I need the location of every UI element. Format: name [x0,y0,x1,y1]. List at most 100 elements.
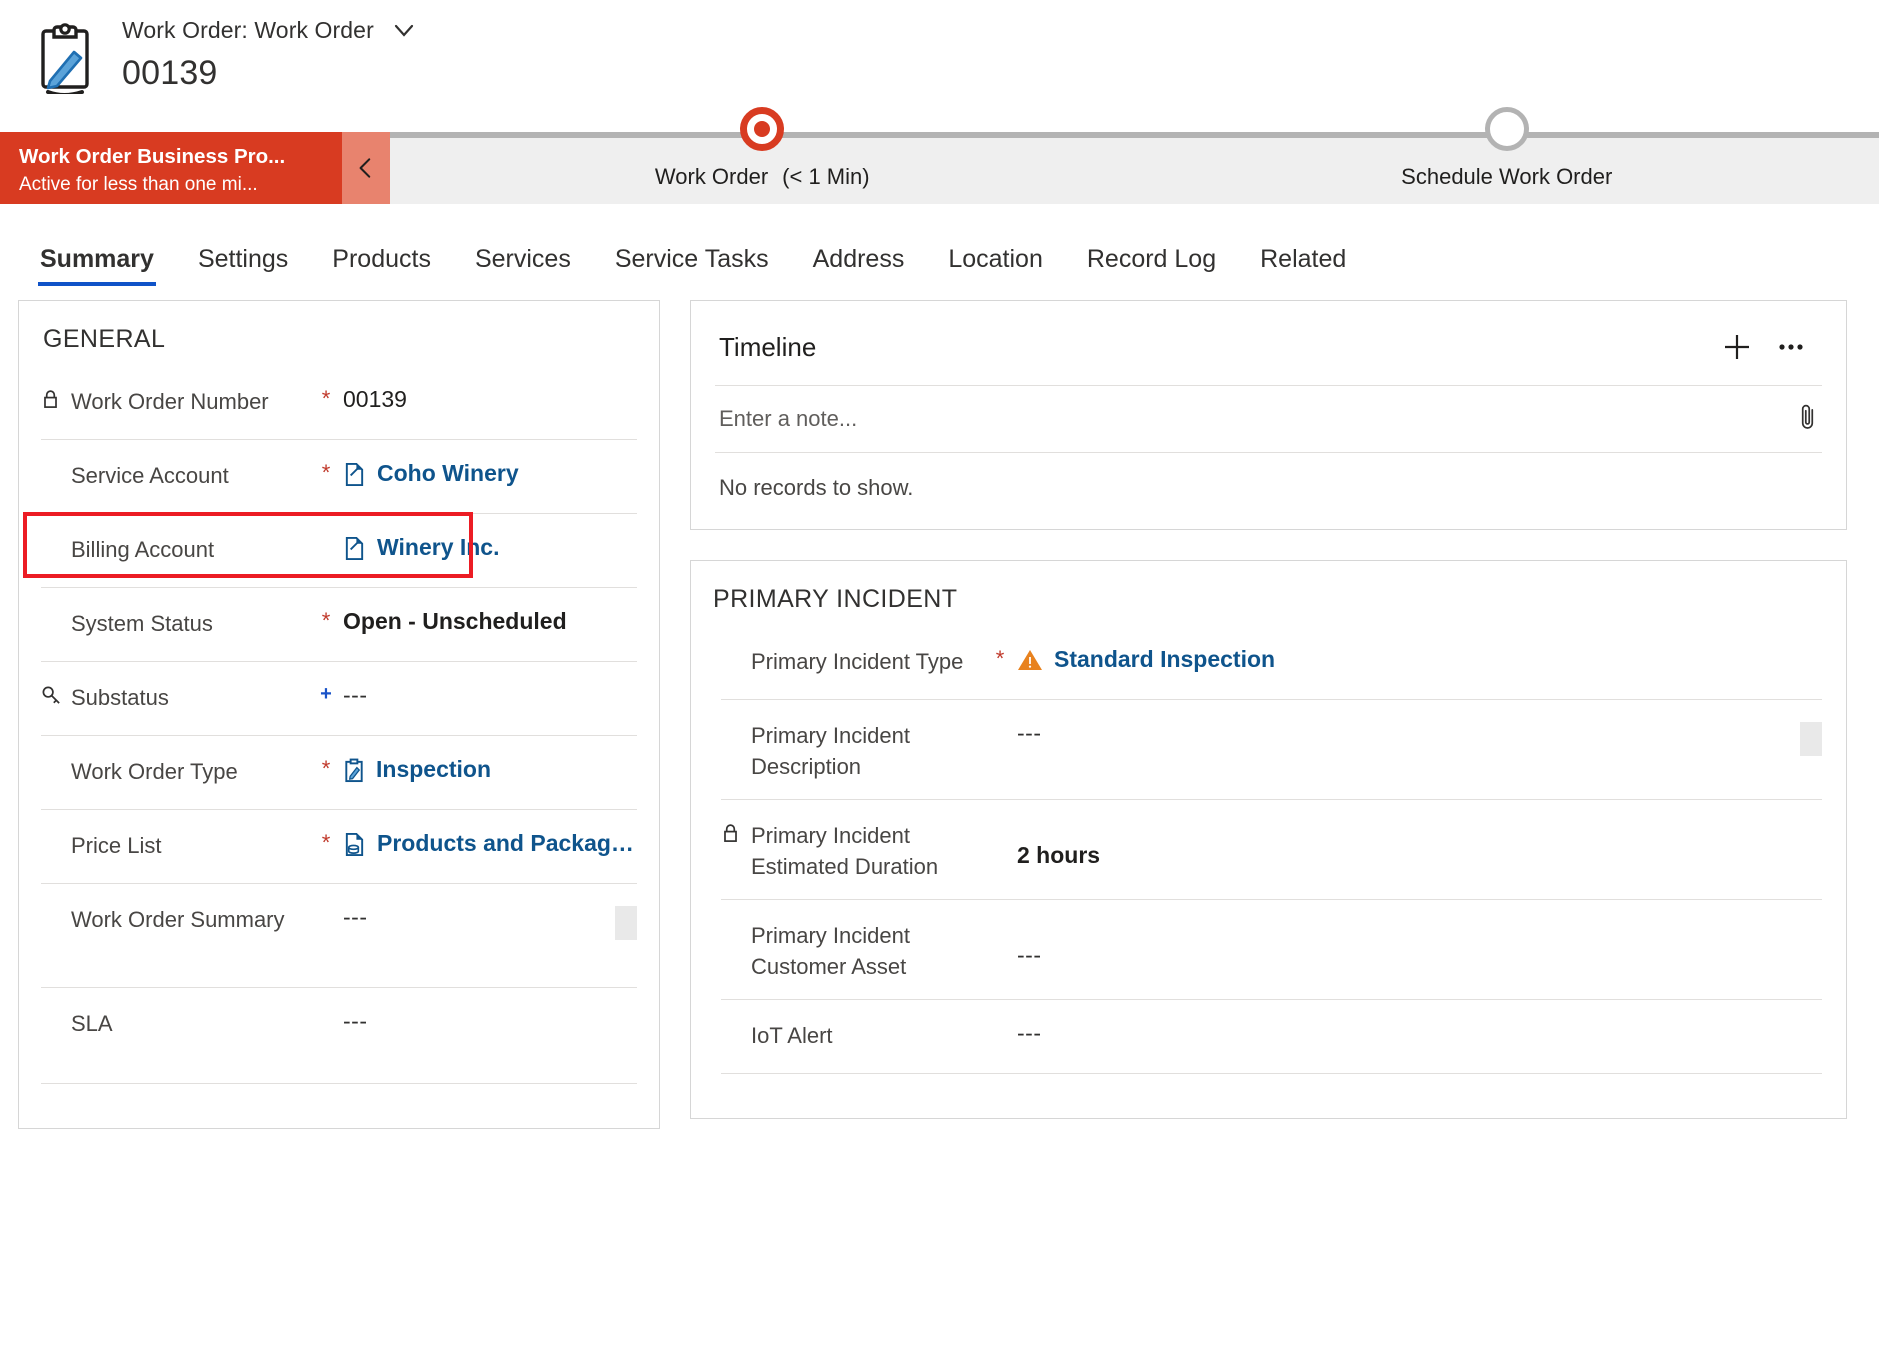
field-row-iot-alert: IoT Alert --- [721,1000,1822,1074]
primary-incident-section: PRIMARY INCIDENT Primary Incident Type * [690,560,1847,1119]
bpf-stage-marker-active[interactable] [740,107,785,151]
plus-icon[interactable] [1710,323,1764,371]
entity-label: Work Order: Work Order [122,16,374,43]
timeline-section: Timeline Enter a note... No records to s… [690,300,1847,530]
field-label: Primary Incident Description [751,723,910,780]
work-order-type-icon [343,756,365,789]
required-indicator: * [321,460,331,485]
field-row-work-order-summary: Work Order Summary --- [41,884,637,988]
paperclip-icon[interactable] [1797,402,1818,436]
bpf-stage-marker-inactive[interactable] [1484,107,1529,151]
required-indicator: + [320,683,332,705]
key-icon [41,682,63,711]
required-indicator: * [995,646,1005,671]
field-row-primary-incident-type: Primary Incident Type * Standard Inspect… [721,626,1822,700]
bpf-stage-schedule-work-order[interactable]: Schedule Work Order [1135,107,1879,204]
account-lookup-icon [343,534,366,567]
field-label: Primary Incident Type [751,649,964,674]
ellipsis-icon[interactable] [1764,323,1818,371]
tab-address[interactable]: Address [791,245,927,290]
bpf-stage-label: Schedule Work Order [1401,164,1613,189]
field-label: Work Order Type [71,759,238,784]
required-indicator: * [321,830,331,855]
business-process-flow: Work Order Business Pro... Active for le… [0,107,1879,204]
general-section: GENERAL Work Order Number * 00139 Servic… [18,300,660,1129]
price-list-icon [343,830,366,863]
field-value-work-order-summary[interactable]: --- [343,904,367,931]
field-label: Service Account [71,463,229,488]
field-row-primary-incident-customer-asset: Primary Incident Customer Asset --- [721,900,1822,1000]
resize-handle[interactable] [615,906,637,940]
field-value-work-order-type[interactable]: Inspection [376,756,491,783]
chevron-left-icon[interactable] [342,132,390,204]
tab-related[interactable]: Related [1238,245,1368,290]
primary-incident-fields: Primary Incident Type * Standard Inspect… [691,626,1846,1074]
tab-services[interactable]: Services [453,245,593,290]
bpf-stage-work-order[interactable]: Work Order (< 1 Min) [390,107,1135,204]
field-row-billing-account: Billing Account Winery Inc. [23,512,637,588]
field-value-substatus[interactable]: --- [343,682,367,709]
tab-service-tasks[interactable]: Service Tasks [593,245,791,290]
field-label: Billing Account [71,537,215,562]
field-value-billing-account[interactable]: Winery Inc. [377,534,500,561]
bpf-name-panel[interactable]: Work Order Business Pro... Active for le… [0,132,342,204]
required-indicator: * [321,386,331,411]
timeline-empty-message: No records to show. [715,452,1822,529]
general-section-title: GENERAL [43,325,166,353]
resize-handle[interactable] [1800,722,1822,756]
tab-location[interactable]: Location [926,245,1065,290]
field-label: Price List [71,833,162,858]
field-value-primary-incident-customer-asset[interactable]: --- [1017,942,1041,969]
tab-settings[interactable]: Settings [176,245,310,290]
field-value-iot-alert[interactable]: --- [1017,1020,1041,1047]
field-label: IoT Alert [751,1023,833,1048]
timeline-title: Timeline [719,331,817,362]
field-label: Work Order Summary [71,907,285,932]
field-value-primary-incident-type[interactable]: Standard Inspection [1054,646,1275,673]
field-row-primary-incident-description: Primary Incident Description --- [721,700,1822,800]
required-indicator: * [321,756,331,781]
field-row-system-status: System Status * Open - Unscheduled [41,588,637,662]
form-tabs: Summary Settings Products Services Servi… [0,204,1879,290]
timeline-header: Timeline [691,301,1846,371]
general-fields: Work Order Number * 00139 Service Accoun… [19,366,659,1084]
chevron-down-icon[interactable] [390,16,418,44]
clipboard-pencil-icon [34,22,96,97]
lock-icon [41,386,63,415]
field-label: Primary Incident Estimated Duration [751,823,939,880]
field-value-sla[interactable]: --- [343,1008,367,1035]
bpf-stage-time: (< 1 Min) [782,164,870,189]
field-label: System Status [71,611,213,636]
account-lookup-icon [343,460,366,493]
field-row-primary-incident-estimated-duration: Primary Incident Estimated Duration 2 ho… [721,800,1822,900]
tab-products[interactable]: Products [310,245,453,290]
field-label: Substatus [71,685,169,710]
tab-record-log[interactable]: Record Log [1065,245,1238,290]
note-input-placeholder[interactable]: Enter a note... [719,406,1797,432]
warning-triangle-icon [1017,646,1043,678]
field-value-system-status[interactable]: Open - Unscheduled [343,608,567,635]
record-title-block: Work Order: Work Order 00139 [122,12,418,93]
tab-summary[interactable]: Summary [18,245,176,290]
field-row-sla: SLA --- [41,988,637,1084]
field-value-service-account[interactable]: Coho Winery [377,460,519,487]
page-title: 00139 [122,54,218,92]
field-label: Primary Incident Customer Asset [751,923,910,980]
record-header: Work Order: Work Order 00139 [0,0,1879,132]
field-value-primary-incident-estimated-duration[interactable]: 2 hours [1017,842,1100,869]
field-value-price-list[interactable]: Products and Packaged Se... [377,830,637,857]
timeline-note-row[interactable]: Enter a note... [715,385,1822,452]
field-row-service-account: Service Account * Coho Winery [41,440,637,514]
field-value-primary-incident-description[interactable]: --- [1017,720,1041,747]
bpf-stages: Work Order (< 1 Min) Schedule Work Order [390,107,1879,204]
field-value-work-order-number[interactable]: 00139 [343,386,407,413]
